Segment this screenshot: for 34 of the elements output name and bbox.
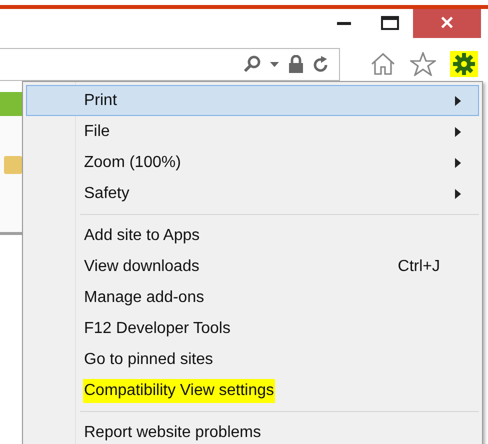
refresh-icon[interactable] bbox=[313, 55, 329, 73]
menu-item-label: Manage add-ons bbox=[83, 288, 206, 308]
menu-item-label: View downloads bbox=[83, 256, 200, 276]
minimize-icon bbox=[337, 22, 351, 24]
star-icon[interactable] bbox=[410, 52, 436, 76]
menu-item-label: Compatibility View settings bbox=[83, 378, 276, 402]
menu-item[interactable]: Manage add-ons bbox=[26, 282, 479, 313]
menu-item[interactable]: File bbox=[26, 116, 479, 147]
menu-item[interactable]: View downloads Ctrl+J bbox=[26, 251, 479, 282]
home-icon[interactable] bbox=[370, 52, 396, 76]
menu-item[interactable]: Print bbox=[26, 85, 479, 116]
menu-item-label: Zoom (100%) bbox=[83, 152, 182, 172]
menu-item[interactable]: Safety bbox=[26, 178, 479, 209]
menu-item-label: Print bbox=[83, 90, 118, 110]
maximize-icon bbox=[381, 16, 399, 30]
menu-item-label: Go to pinned sites bbox=[83, 350, 214, 370]
menu-item-label: Add site to Apps bbox=[83, 226, 201, 246]
menu-item-label: File bbox=[83, 122, 111, 142]
close-button[interactable]: ✕ bbox=[413, 9, 481, 38]
lock-icon bbox=[288, 55, 304, 73]
menu-item[interactable]: Report website problems bbox=[26, 417, 479, 444]
dropdown-arrow-icon[interactable] bbox=[270, 62, 279, 66]
menu-item-label: Safety bbox=[83, 184, 130, 204]
menu-item-label: F12 Developer Tools bbox=[83, 318, 232, 338]
search-icon[interactable] bbox=[243, 55, 261, 73]
menu-item[interactable]: F12 Developer Tools bbox=[26, 313, 479, 344]
menu-item[interactable]: Compatibility View settings bbox=[26, 375, 479, 406]
address-field[interactable] bbox=[0, 48, 340, 80]
menu-item[interactable]: Add site to Apps bbox=[26, 220, 479, 251]
menu-item[interactable]: Zoom (100%) bbox=[26, 147, 479, 178]
menu-item[interactable]: Go to pinned sites bbox=[26, 344, 479, 375]
menu-item-label: Report website problems bbox=[83, 422, 262, 442]
gear-icon[interactable] bbox=[450, 51, 478, 77]
shortcut-label: Ctrl+J bbox=[398, 256, 440, 276]
